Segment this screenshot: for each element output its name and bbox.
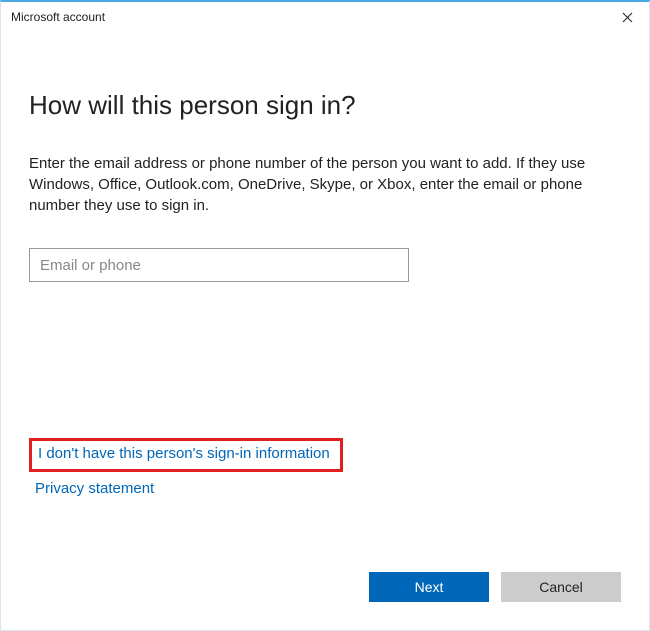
page-heading: How will this person sign in? [29,90,621,121]
close-icon [622,12,633,23]
footer-buttons: Next Cancel [1,572,649,630]
window-title: Microsoft account [11,10,105,24]
titlebar: Microsoft account [1,2,649,30]
links-area: I don't have this person's sign-in infor… [29,438,343,498]
highlighted-link-box: I don't have this person's sign-in infor… [29,438,343,472]
cancel-button[interactable]: Cancel [501,572,621,602]
privacy-statement-link[interactable]: Privacy statement [35,480,154,497]
content-area: How will this person sign in? Enter the … [1,30,649,572]
no-signin-info-link[interactable]: I don't have this person's sign-in infor… [38,445,330,462]
email-or-phone-input[interactable] [29,248,409,282]
next-button[interactable]: Next [369,572,489,602]
instruction-text: Enter the email address or phone number … [29,153,589,216]
close-button[interactable] [615,7,639,27]
microsoft-account-dialog: Microsoft account How will this person s… [0,0,650,631]
